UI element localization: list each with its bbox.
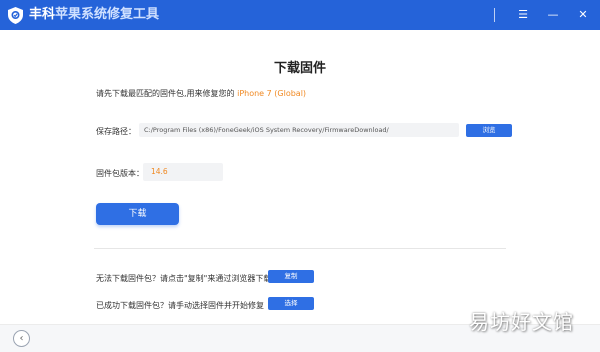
app-title: 丰科苹果系统修复工具 (29, 7, 159, 23)
select-button[interactable]: 选择 (268, 297, 314, 310)
download-button[interactable]: 下载 (96, 203, 179, 225)
save-path-label: 保存路径： (96, 127, 136, 136)
device-name: iPhone 7 (Global) (237, 89, 307, 98)
back-arrow-icon[interactable]: ‹ (13, 330, 30, 347)
copy-button[interactable]: 复制 (268, 270, 314, 283)
page-title: 下载固件 (273, 61, 326, 76)
divider (94, 248, 506, 249)
app-brand: 丰科 (29, 7, 56, 22)
menu-icon[interactable]: ☰ (514, 6, 532, 24)
notice-prefix: 请先下载最匹配的固件包,用来修复您的 (96, 89, 238, 98)
browse-button[interactable]: 浏览 (466, 124, 512, 137)
title-bar: 丰科苹果系统修复工具 ☰ — ✕ (0, 0, 600, 30)
firmware-version-field: 14.6 (143, 163, 223, 181)
close-icon[interactable]: ✕ (574, 6, 592, 24)
app-title-rest: 苹果系统修复工具 (55, 7, 160, 22)
save-path-field[interactable]: C:/Program Files (x86)/FoneGeek/iOS Syst… (139, 123, 459, 137)
select-hint-text: 已成功下载固件包？请手动选择固件并开始修复 (96, 301, 264, 310)
shield-logo-icon (8, 7, 23, 24)
watermark: 易坊好文馆 (469, 310, 574, 334)
firmware-version-label: 固件包版本： (96, 169, 144, 178)
copy-hint-text: 无法下载固件包？请点击"复制"来通过浏览器下载 (96, 274, 272, 283)
titlebar-separator (494, 8, 495, 22)
minimize-icon[interactable]: — (544, 6, 562, 24)
notice-text: 请先下载最匹配的固件包,用来修复您的 iPhone 7 (Global) (96, 88, 306, 99)
